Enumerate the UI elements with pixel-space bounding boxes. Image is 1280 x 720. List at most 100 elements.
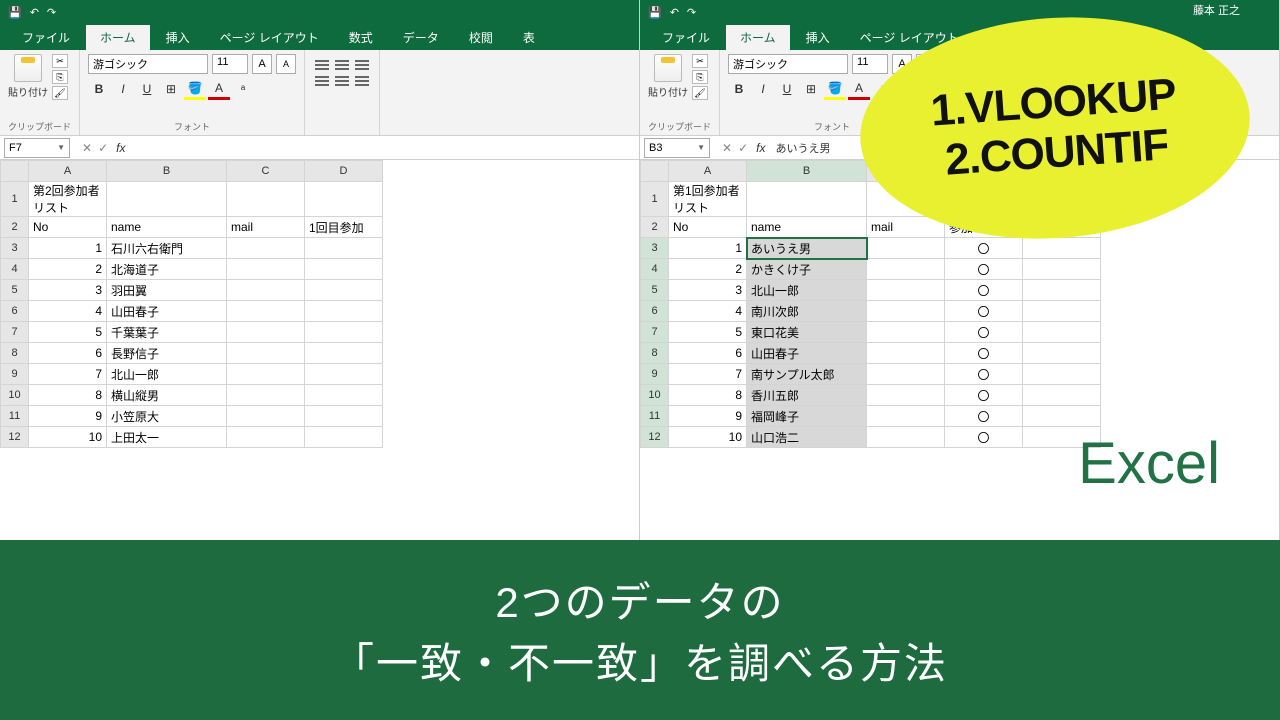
cell-B7[interactable]: 東口花美 [747,322,867,343]
row-header-11[interactable]: 11 [1,406,29,427]
cell-C3[interactable] [867,238,945,259]
cell-D11[interactable]: 〇 [945,406,1023,427]
increase-font-icon[interactable]: A [252,54,272,74]
save-icon[interactable]: 💾 [648,6,662,19]
copy-icon[interactable]: ⎘ [52,70,68,84]
cell-B3[interactable]: 石川六右衛門 [107,238,227,259]
cell-D1[interactable] [305,182,383,217]
cell-D5[interactable] [305,280,383,301]
cell-C7[interactable] [227,322,305,343]
tab-extra[interactable]: 表 [509,25,549,50]
cell-B3[interactable]: あいうえ男 [747,238,867,259]
confirm-icon[interactable]: ✓ [738,141,748,155]
row-header-5[interactable]: 5 [641,280,669,301]
row-header-9[interactable]: 9 [641,364,669,385]
cell-B6[interactable]: 南川次郎 [747,301,867,322]
cell-D12[interactable] [305,427,383,448]
cell-B9[interactable]: 南サンプル太郎 [747,364,867,385]
cell-A4[interactable]: 2 [669,259,747,280]
cell-C4[interactable] [227,259,305,280]
cell-B4[interactable]: かきくけ子 [747,259,867,280]
row-header-12[interactable]: 12 [641,427,669,448]
row-header-10[interactable]: 10 [1,385,29,406]
cell-D8[interactable]: 〇 [945,343,1023,364]
cell-B5[interactable]: 北山一郎 [747,280,867,301]
name-box[interactable]: B3 ▼ [644,138,710,158]
cell-B10[interactable]: 横山縦男 [107,385,227,406]
bold-button[interactable]: B [88,78,110,100]
row-header-3[interactable]: 3 [1,238,29,259]
cell-E10[interactable] [1023,385,1101,406]
cell-A1[interactable]: 第1回参加者リスト [669,182,747,217]
cell-D7[interactable] [305,322,383,343]
cell-A12[interactable]: 10 [29,427,107,448]
cell-A6[interactable]: 4 [669,301,747,322]
cell-A10[interactable]: 8 [29,385,107,406]
cell-C12[interactable] [867,427,945,448]
row-header-8[interactable]: 8 [641,343,669,364]
redo-icon[interactable]: ↷ [47,6,56,19]
cell-B12[interactable]: 山口浩二 [747,427,867,448]
cell-E7[interactable] [1023,322,1101,343]
border-button[interactable]: ⊞ [160,78,182,100]
cell-B12[interactable]: 上田太一 [107,427,227,448]
row-header-8[interactable]: 8 [1,343,29,364]
cell-A3[interactable]: 1 [669,238,747,259]
column-header-B[interactable]: B [747,161,867,182]
cell-B4[interactable]: 北海道子 [107,259,227,280]
fill-color-button[interactable]: 🪣 [824,78,846,100]
font-size-select[interactable]: 11 [212,54,248,74]
select-all-corner[interactable] [641,161,669,182]
undo-icon[interactable]: ↶ [30,6,39,19]
row-header-6[interactable]: 6 [1,301,29,322]
cell-B1[interactable] [107,182,227,217]
column-header-D[interactable]: D [305,161,383,182]
cell-A4[interactable]: 2 [29,259,107,280]
cell-A2[interactable]: No [29,217,107,238]
cell-C5[interactable] [867,280,945,301]
row-header-4[interactable]: 4 [641,259,669,280]
name-box[interactable]: F7 ▼ [4,138,70,158]
cell-B11[interactable]: 福岡峰子 [747,406,867,427]
font-size-select[interactable]: 11 [852,54,888,74]
cell-A9[interactable]: 7 [29,364,107,385]
font-name-select[interactable]: 游ゴシック [728,54,848,74]
row-header-1[interactable]: 1 [641,182,669,217]
underline-button[interactable]: U [776,78,798,100]
cell-B11[interactable]: 小笠原大 [107,406,227,427]
row-header-3[interactable]: 3 [641,238,669,259]
cell-E3[interactable] [1023,238,1101,259]
format-painter-icon[interactable]: 🖌 [52,86,68,100]
cell-C10[interactable] [867,385,945,406]
row-header-2[interactable]: 2 [641,217,669,238]
cell-B10[interactable]: 香川五郎 [747,385,867,406]
cell-A11[interactable]: 9 [29,406,107,427]
cell-D9[interactable] [305,364,383,385]
align-top-icon[interactable] [313,58,331,72]
cell-D5[interactable]: 〇 [945,280,1023,301]
cell-E6[interactable] [1023,301,1101,322]
row-header-12[interactable]: 12 [1,427,29,448]
cell-B6[interactable]: 山田春子 [107,301,227,322]
align-bottom-icon[interactable] [353,58,371,72]
cell-C6[interactable] [867,301,945,322]
bold-button[interactable]: B [728,78,750,100]
cell-C6[interactable] [227,301,305,322]
paste-button[interactable]: 貼り付け [648,54,688,100]
cell-C2[interactable]: mail [227,217,305,238]
redo-icon[interactable]: ↷ [687,6,696,19]
tab-formulas[interactable]: 数式 [335,25,387,50]
cell-E11[interactable] [1023,406,1101,427]
cell-C9[interactable] [867,364,945,385]
tab-insert[interactable]: 挿入 [152,25,204,50]
cell-D6[interactable]: 〇 [945,301,1023,322]
column-header-B[interactable]: B [107,161,227,182]
row-header-7[interactable]: 7 [641,322,669,343]
cancel-icon[interactable]: ✕ [722,141,732,155]
phonetic-button[interactable]: ᵃ [232,78,254,100]
tab-insert[interactable]: 挿入 [792,25,844,50]
cell-B8[interactable]: 長野信子 [107,343,227,364]
cell-B8[interactable]: 山田春子 [747,343,867,364]
cell-A2[interactable]: No [669,217,747,238]
cell-D3[interactable]: 〇 [945,238,1023,259]
